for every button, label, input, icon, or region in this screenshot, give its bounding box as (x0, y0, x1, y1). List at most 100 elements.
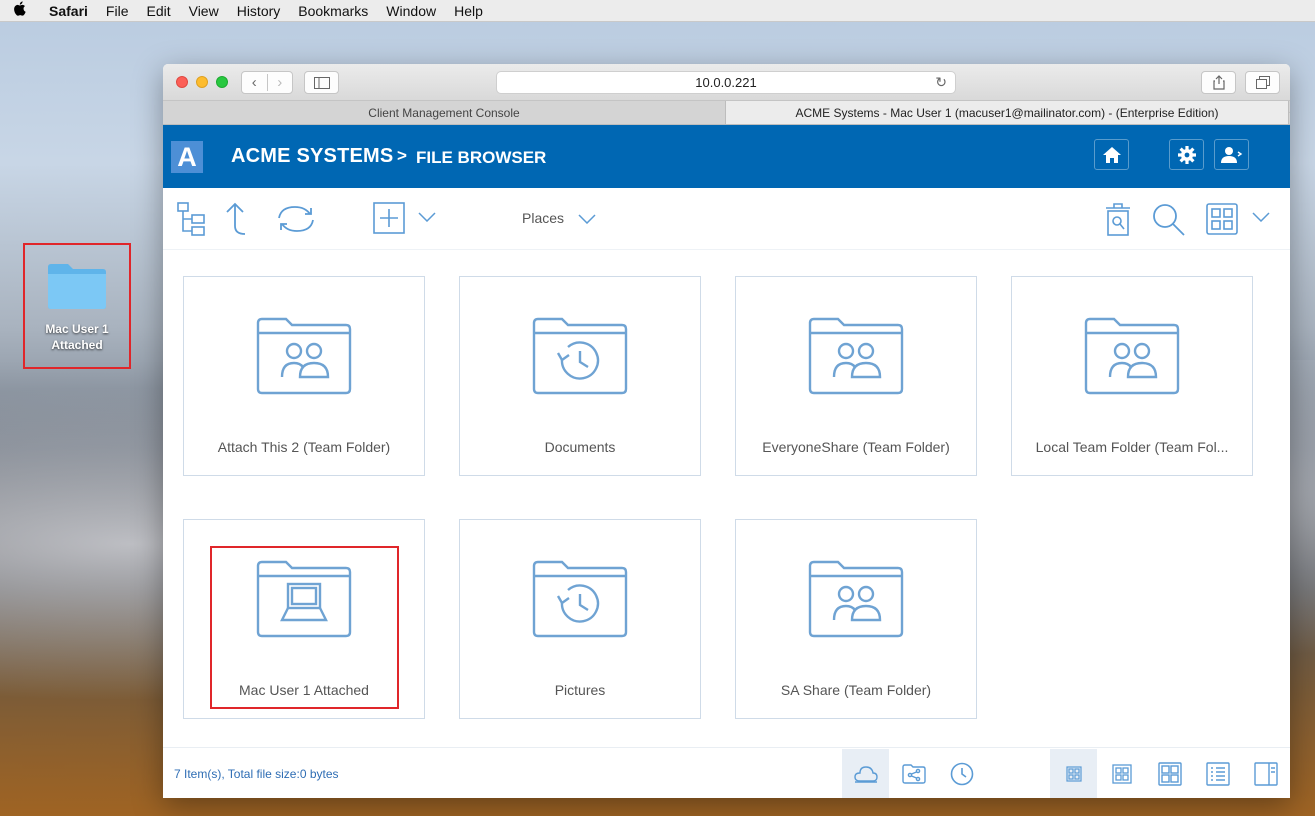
folder-label: Local Team Folder (Team Fol... (1035, 439, 1229, 455)
large-grid-icon (1157, 761, 1182, 786)
tab-bar: Client Management Console ACME Systems -… (163, 101, 1290, 125)
folder-tile-pictures[interactable]: Pictures (459, 519, 701, 719)
folder-tile-sa-share[interactable]: SA Share (Team Folder) (735, 519, 977, 719)
view-preview-pane-button[interactable] (1242, 749, 1289, 798)
team-folder-icon (256, 317, 352, 395)
view-mode-button[interactable] (1206, 203, 1238, 235)
tab-acme-systems[interactable]: ACME Systems - Mac User 1 (macuser1@mail… (726, 101, 1289, 124)
show-tabs-button[interactable] (1245, 71, 1280, 94)
folder-label: Attach This 2 (Team Folder) (217, 439, 391, 455)
folder-tile-local-team-folder[interactable]: Local Team Folder (Team Fol... (1011, 276, 1253, 476)
user-menu-button[interactable] (1214, 139, 1249, 170)
safari-window: ‹ › 10.0.0.221 ↻ Client Management Conso… (163, 64, 1290, 798)
forward-icon[interactable]: › (268, 74, 293, 91)
sidebar-toggle-button[interactable] (304, 71, 339, 94)
back-icon[interactable]: ‹ (242, 74, 268, 91)
home-button[interactable] (1094, 139, 1129, 170)
places-label: Places (522, 210, 565, 226)
page-title: FILE BROWSER (416, 148, 547, 167)
places-dropdown[interactable]: Places (522, 210, 596, 226)
status-text: 7 Item(s), Total file size:0 bytes (174, 767, 339, 781)
tab-client-management-console[interactable]: Client Management Console (163, 101, 726, 124)
menu-window[interactable]: Window (377, 3, 445, 19)
recycle-bin-button[interactable] (1105, 203, 1131, 237)
new-tab-button[interactable]: + (1289, 101, 1290, 124)
desktop-folder-mac-user-1-attached[interactable]: Mac User 1 Attached (23, 243, 131, 369)
cloud-files-button[interactable] (842, 749, 889, 798)
side-panel-icon (1253, 761, 1278, 786)
folder-label: Documents (544, 439, 616, 455)
minimize-window-button[interactable] (196, 76, 208, 88)
breadcrumb-separator: > (397, 146, 407, 165)
search-button[interactable] (1152, 203, 1186, 237)
status-footer: 7 Item(s), Total file size:0 bytes (163, 747, 1290, 798)
team-folder-icon (1084, 317, 1180, 395)
trash-search-icon (1106, 203, 1130, 236)
home-icon (1102, 146, 1121, 163)
view-small-icons-button[interactable] (1050, 749, 1097, 798)
view-list-button[interactable] (1194, 749, 1241, 798)
menu-bar: Safari File Edit View History Bookmarks … (0, 0, 1315, 22)
tree-view-button[interactable] (177, 202, 209, 236)
new-item-button[interactable] (373, 202, 405, 234)
history-nav: ‹ › (241, 71, 293, 94)
history-folder-icon (532, 317, 628, 395)
folder-tile-mac-user-1-attached[interactable]: Mac User 1 Attached (183, 519, 425, 719)
new-item-dropdown[interactable] (418, 212, 436, 222)
view-medium-icons-button[interactable] (1098, 749, 1145, 798)
folder-tile-everyoneshare[interactable]: EveryoneShare (Team Folder) (735, 276, 977, 476)
folder-tile-documents[interactable]: Documents (459, 276, 701, 476)
window-controls (176, 76, 228, 88)
apple-menu-icon[interactable] (0, 1, 40, 20)
acme-logo[interactable]: A (171, 141, 203, 173)
sidebar-icon (313, 76, 330, 89)
refresh-button[interactable] (275, 202, 317, 236)
app-title: ACME SYSTEMS (231, 145, 394, 167)
settings-button[interactable] (1169, 139, 1204, 170)
desktop-folder-label: Mac User 1 Attached (45, 322, 109, 352)
menu-history[interactable]: History (228, 3, 290, 19)
chevron-down-icon (578, 214, 596, 225)
folder-tree-icon (177, 202, 205, 236)
address-bar[interactable]: 10.0.0.221 ↻ (496, 71, 956, 94)
recent-files-button[interactable] (938, 749, 985, 798)
gear-icon (1177, 145, 1196, 164)
small-grid-icon (1065, 765, 1082, 782)
medium-grid-icon (1111, 763, 1132, 784)
view-mode-dropdown[interactable] (1252, 212, 1270, 222)
folder-tile-attach-this-2[interactable]: Attach This 2 (Team Folder) (183, 276, 425, 476)
reload-icon[interactable]: ↻ (935, 74, 947, 91)
menu-file[interactable]: File (97, 3, 138, 19)
team-folder-icon (808, 317, 904, 395)
arrow-up-icon (226, 202, 246, 235)
menu-bookmarks[interactable]: Bookmarks (289, 3, 377, 19)
shared-files-button[interactable] (890, 749, 937, 798)
menu-edit[interactable]: Edit (137, 3, 179, 19)
title-bar: ‹ › 10.0.0.221 ↻ (163, 64, 1290, 101)
grid-view-icon (1206, 203, 1238, 235)
highlight-annotation (210, 546, 399, 709)
menu-help[interactable]: Help (445, 3, 492, 19)
app-header: A ACME SYSTEMS > FILE BROWSER (163, 125, 1290, 188)
chevron-down-icon (1252, 212, 1270, 222)
menu-safari[interactable]: Safari (40, 3, 97, 19)
go-up-button[interactable] (223, 202, 249, 236)
refresh-icon (278, 206, 314, 232)
team-folder-icon (808, 560, 904, 638)
folder-label: SA Share (Team Folder) (780, 682, 932, 698)
tabs-overview-icon (1255, 76, 1270, 89)
clock-icon (950, 762, 973, 785)
folder-icon (48, 264, 106, 309)
list-icon (1205, 761, 1230, 786)
menu-view[interactable]: View (180, 3, 228, 19)
share-icon (1212, 75, 1225, 90)
folder-label: EveryoneShare (Team Folder) (762, 439, 950, 455)
address-text: 10.0.0.221 (695, 75, 757, 90)
cloud-icon (853, 765, 878, 783)
chevron-down-icon (418, 212, 436, 222)
close-window-button[interactable] (176, 76, 188, 88)
view-large-icons-button[interactable] (1146, 749, 1193, 798)
share-button[interactable] (1201, 71, 1236, 94)
zoom-window-button[interactable] (216, 76, 228, 88)
history-folder-icon (532, 560, 628, 638)
